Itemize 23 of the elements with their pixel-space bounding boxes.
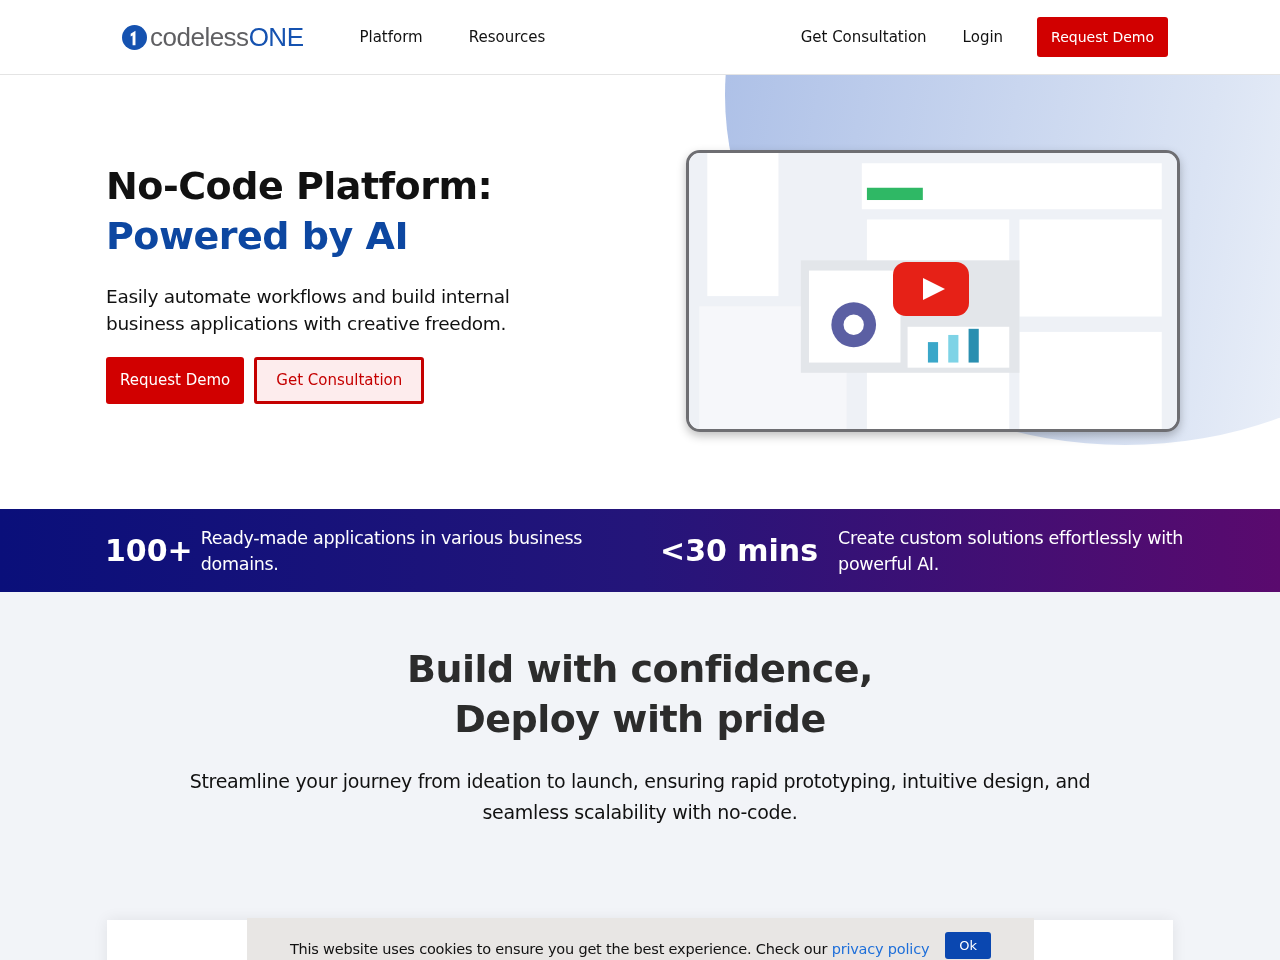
nav-link[interactable]: Login <box>962 28 1004 46</box>
play-icon[interactable] <box>893 262 969 316</box>
request-demo-button[interactable]: Request Demo <box>106 356 245 404</box>
consultation-button[interactable]: Get Consultation <box>254 356 425 404</box>
logo-icon <box>122 24 147 50</box>
request-demo-button[interactable]: Request Demo <box>1037 17 1168 57</box>
section-title: Deploy with pride <box>454 696 826 743</box>
section-title: Build with confidence, <box>406 646 874 693</box>
hero-title-accent: Powered by AI <box>106 212 410 260</box>
privacy-policy-link[interactable]: privacy policy <box>831 941 930 957</box>
stat-value: 100+ <box>105 533 193 568</box>
nav-link[interactable]: Get Consultation <box>800 28 927 46</box>
logo-text[interactable]: codelessONE <box>150 21 304 53</box>
stat-value: <30 mins <box>660 533 819 568</box>
ok-button[interactable]: Ok <box>945 931 992 959</box>
nav-link[interactable]: Platform <box>359 28 423 46</box>
hero-title: No-Code Platform: <box>106 162 494 210</box>
nav-link[interactable]: Resources <box>468 28 546 46</box>
cookie-text: This website uses cookies to ensure you get the best experience. Check our privacy policy <box>289 941 930 957</box>
hero-text: Easily automate workflows and build internal business applications with creative freedom. <box>106 284 511 336</box>
section-text: Streamline your journey from ideation to launch, ensuring rapid prototyping, intuitive design, and seamless scalability with no-code. <box>188 769 1092 825</box>
stat-text: Create custom solutions effortlessly with powerful AI. <box>838 526 1185 576</box>
stat-text: Ready-made applications in various business domains. <box>200 526 584 576</box>
